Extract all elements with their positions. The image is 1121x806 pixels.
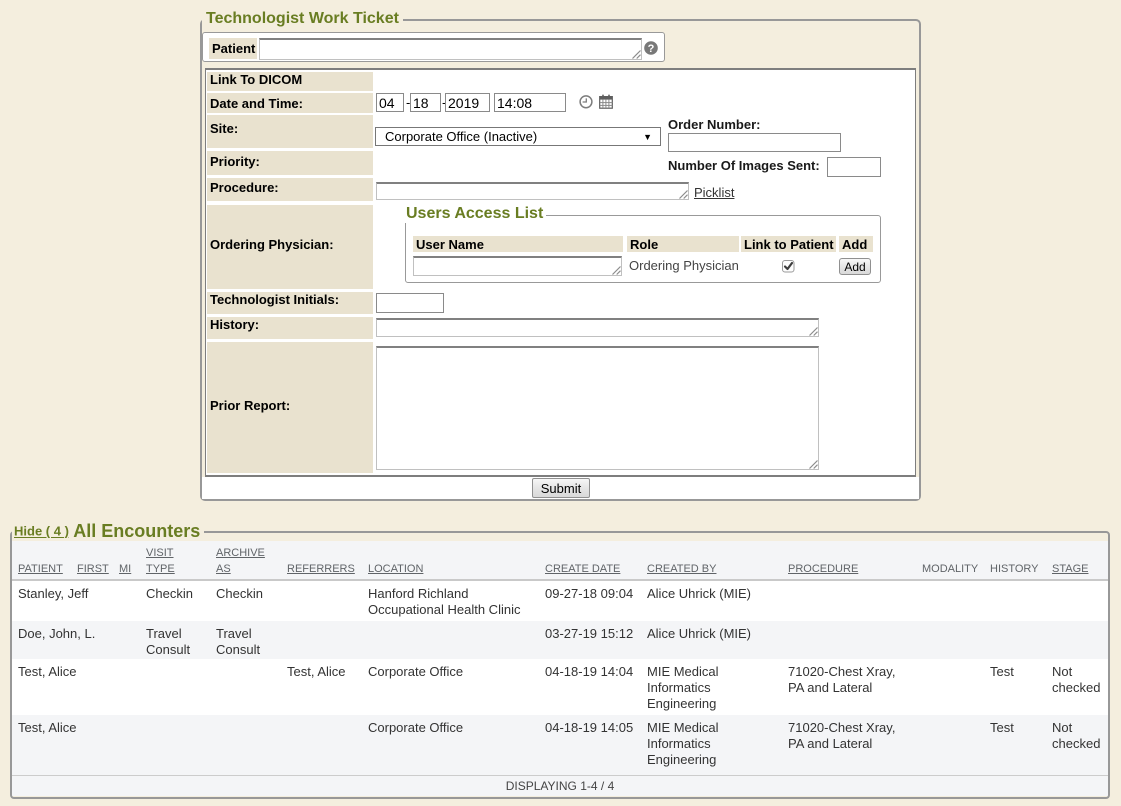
- svg-text:?: ?: [648, 43, 655, 55]
